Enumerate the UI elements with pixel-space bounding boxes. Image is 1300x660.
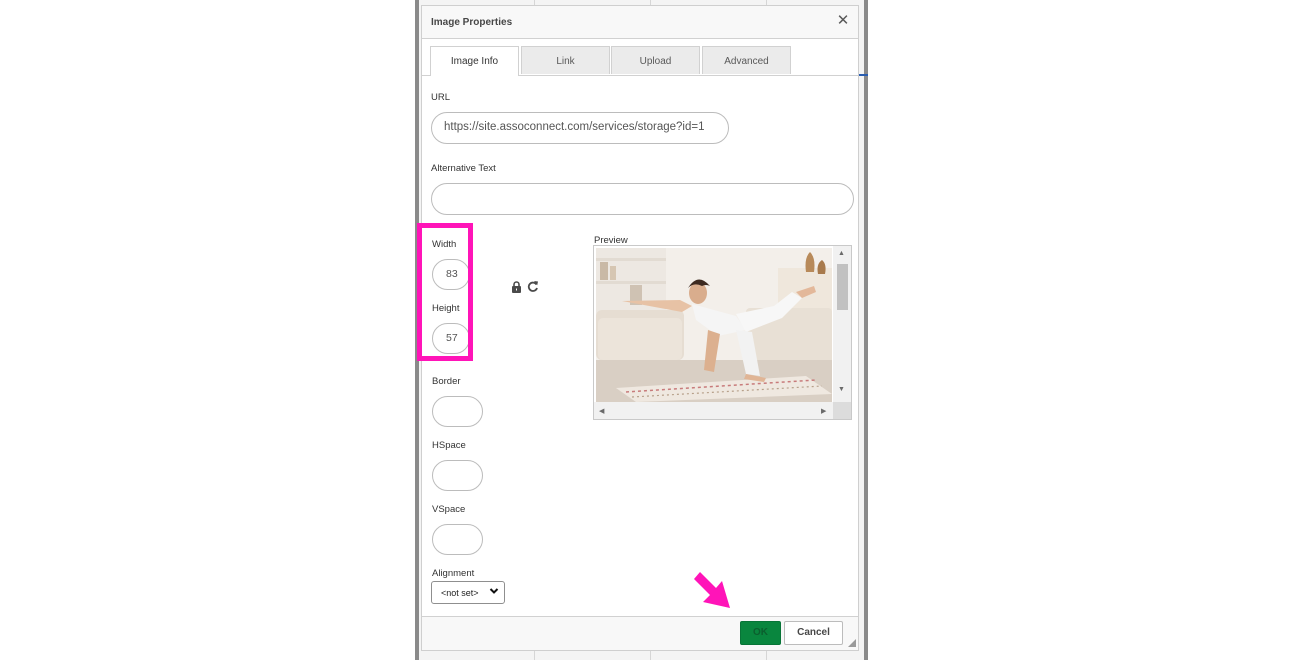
scroll-down-icon[interactable]: ▼ <box>838 386 845 393</box>
width-height-highlight <box>417 223 473 361</box>
background-edge-line <box>859 74 868 76</box>
alignment-value: <not set> <box>441 588 479 598</box>
image-properties-dialog: Image Properties ✕ Image Info Link Uploa… <box>417 5 859 651</box>
alt-text-input[interactable] <box>431 183 854 215</box>
preview-image <box>596 248 832 402</box>
hspace-input[interactable] <box>432 460 483 491</box>
scroll-up-icon[interactable]: ▲ <box>838 250 845 257</box>
scrollbar-corner <box>833 402 851 419</box>
tab-upload[interactable]: Upload <box>611 46 700 74</box>
resize-grip-icon[interactable] <box>848 639 856 647</box>
tab-bar: Image Info Link Upload Advanced <box>422 46 858 76</box>
dialog-footer: OK Cancel <box>422 616 858 650</box>
scroll-right-icon[interactable]: ▶ <box>821 407 826 415</box>
scroll-left-icon[interactable]: ◀ <box>599 407 604 415</box>
border-label: Border <box>432 376 461 387</box>
tab-advanced[interactable]: Advanced <box>702 46 791 74</box>
vspace-label: VSpace <box>432 504 466 515</box>
ok-button[interactable]: OK <box>740 621 781 645</box>
dialog-titlebar: Image Properties ✕ <box>422 6 858 39</box>
reset-size-icon[interactable] <box>527 280 539 293</box>
alignment-select[interactable]: <not set> <box>431 581 505 604</box>
alt-text-label: Alternative Text <box>431 163 496 174</box>
tab-link[interactable]: Link <box>521 46 610 74</box>
pointer-arrow-icon <box>694 572 730 608</box>
preview-pane: ▲ ▼ ◀ ▶ <box>593 245 852 420</box>
tab-image-info[interactable]: Image Info <box>430 46 519 76</box>
lock-ratio-icon[interactable] <box>511 281 522 293</box>
preview-horizontal-scrollbar[interactable]: ◀ ▶ <box>594 402 833 419</box>
cancel-button[interactable]: Cancel <box>784 621 843 645</box>
alignment-label: Alignment <box>432 568 475 579</box>
url-value: https://site.assoconnect.com/services/st… <box>444 121 705 133</box>
url-input[interactable]: https://site.assoconnect.com/services/st… <box>431 112 729 144</box>
hspace-label: HSpace <box>432 440 466 451</box>
preview-vertical-scrollbar[interactable]: ▲ ▼ <box>833 246 851 403</box>
preview-vertical-scroll-thumb[interactable] <box>837 264 848 310</box>
chevron-down-icon <box>489 588 499 594</box>
border-input[interactable] <box>432 396 483 427</box>
url-label: URL <box>431 92 451 103</box>
dialog-title: Image Properties <box>431 17 513 28</box>
close-icon[interactable]: ✕ <box>836 13 850 29</box>
vspace-input[interactable] <box>432 524 483 555</box>
